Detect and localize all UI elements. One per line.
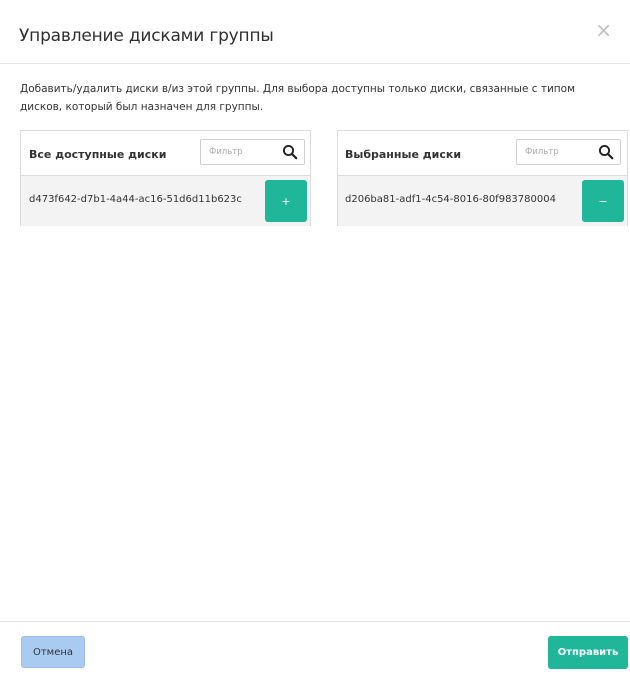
disk-id: d473f642-d7b1-4a44-ac16-51d6d11b623c [29, 194, 242, 205]
available-disks-filter [200, 139, 305, 165]
selected-disks-title: Выбранные диски [345, 148, 462, 161]
list-item: d206ba81-adf1-4c54-8016-80f983780004 − [338, 176, 627, 226]
manage-disks-dialog: Управление дисками группы × Добавить/уда… [0, 0, 630, 675]
search-icon[interactable] [598, 144, 614, 160]
selected-disks-panel: Выбранные диски d206ba81-adf1-4c54-8016-… [337, 130, 628, 226]
selected-filter-input[interactable] [517, 140, 595, 164]
dialog-header: Управление дисками группы × [0, 0, 630, 64]
available-disks-panel: Все доступные диски d473f642-d7b1-4a44-a… [20, 130, 311, 226]
available-filter-input[interactable] [201, 140, 279, 164]
list-item: d473f642-d7b1-4a44-ac16-51d6d11b623c + [21, 176, 310, 226]
disk-id: d206ba81-adf1-4c54-8016-80f983780004 [345, 194, 556, 205]
available-disks-title: Все доступные диски [29, 148, 167, 161]
close-icon[interactable]: × [595, 20, 612, 40]
selected-disks-filter [516, 139, 621, 165]
remove-disk-button[interactable]: − [582, 180, 624, 222]
selected-disks-header: Выбранные диски [338, 131, 627, 176]
submit-button[interactable]: Отправить [548, 636, 628, 669]
search-icon[interactable] [282, 144, 298, 160]
dialog-description: Добавить/удалить диски в/из этой группы.… [20, 83, 576, 113]
cancel-button[interactable]: Отмена [21, 636, 85, 668]
add-disk-button[interactable]: + [265, 180, 307, 222]
available-disks-header: Все доступные диски [21, 131, 310, 176]
dialog-footer: Отмена Отправить [0, 621, 630, 675]
dialog-title: Управление дисками группы [19, 26, 274, 46]
